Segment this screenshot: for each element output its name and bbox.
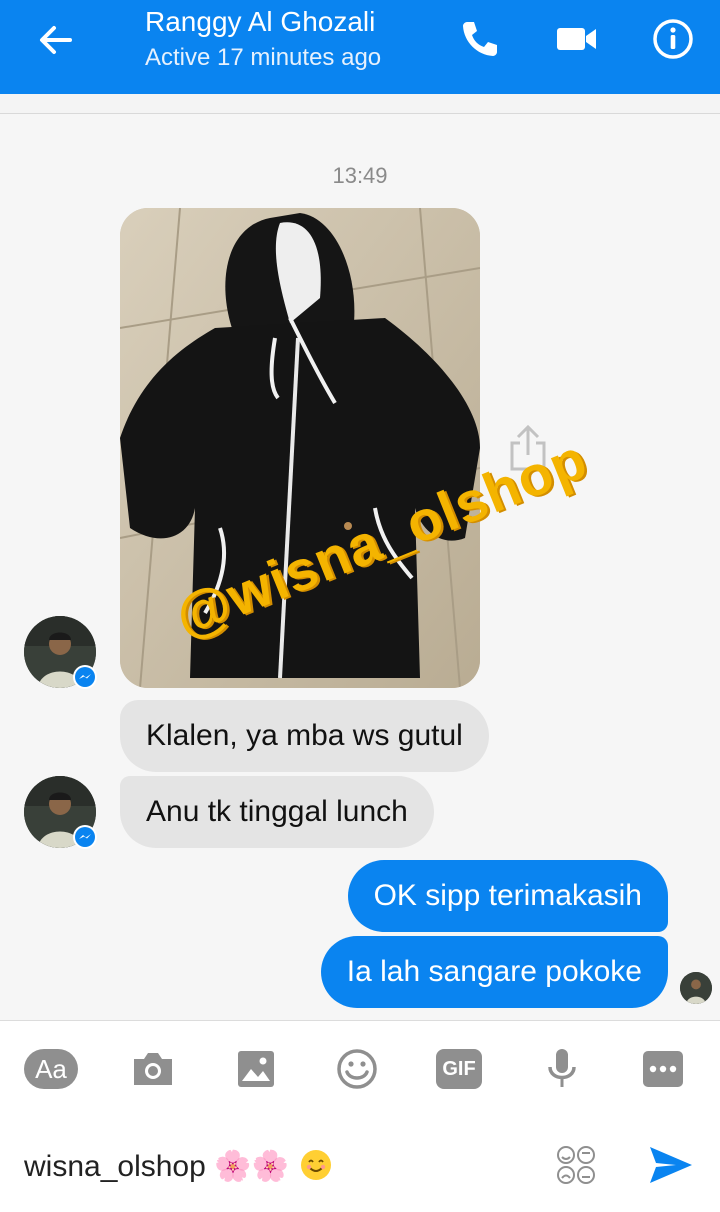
message-composer: Aa GIF wisna_olshop 🌸🌸 xyxy=(0,1020,720,1212)
shared-photo-jacket[interactable] xyxy=(120,208,480,688)
gif-button[interactable]: GIF xyxy=(436,1049,482,1089)
emoji-icon[interactable] xyxy=(334,1047,380,1091)
info-icon[interactable] xyxy=(648,14,698,64)
back-arrow-icon[interactable] xyxy=(34,18,78,62)
sticker-faces-icon[interactable] xyxy=(554,1143,598,1187)
outgoing-message-bubble[interactable]: Ia lah sangare pokoke xyxy=(320,936,668,1008)
flower-emoji: 🌸🌸 xyxy=(214,1150,289,1183)
seen-receipt-avatar xyxy=(680,972,712,1004)
contact-name[interactable]: Ranggy Al Ghozali xyxy=(145,6,375,38)
header-divider xyxy=(0,94,720,114)
gallery-image-icon[interactable] xyxy=(234,1047,278,1091)
active-status: Active 17 minutes ago xyxy=(145,44,382,71)
camera-icon[interactable] xyxy=(130,1047,176,1091)
phone-call-icon[interactable] xyxy=(455,14,505,64)
text-style-button[interactable]: Aa xyxy=(24,1049,78,1089)
incoming-message-bubble[interactable]: Klalen, ya mba ws gutul xyxy=(120,700,489,772)
message-thread[interactable]: 13:49 @wisna_olshop Klalen, ya mba ws gu… xyxy=(0,115,720,1020)
message-input-text: wisna_olshop xyxy=(24,1150,206,1183)
messenger-badge-icon xyxy=(73,665,97,689)
more-options-icon[interactable] xyxy=(641,1047,685,1091)
incoming-message-bubble[interactable]: Anu tk tinggal lunch xyxy=(120,776,434,848)
photo-image xyxy=(120,208,480,688)
video-call-icon[interactable] xyxy=(552,14,602,64)
messenger-badge-icon xyxy=(73,825,97,849)
message-input[interactable]: wisna_olshop 🌸🌸 xyxy=(24,1149,332,1184)
microphone-icon[interactable] xyxy=(540,1047,584,1091)
smiling-face-emoji-icon xyxy=(301,1150,332,1180)
send-icon[interactable] xyxy=(648,1145,694,1185)
message-timestamp: 13:49 xyxy=(332,163,388,188)
conversation-header: Ranggy Al Ghozali Active 17 minutes ago xyxy=(0,0,720,94)
outgoing-message-bubble[interactable]: OK sipp terimakasih xyxy=(347,860,668,932)
